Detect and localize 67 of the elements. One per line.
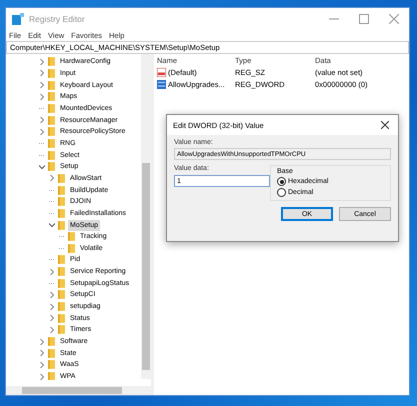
folder-icon: [48, 116, 55, 125]
chevron-right-icon[interactable]: [39, 82, 45, 88]
tree-connector: [39, 154, 45, 156]
folder-icon: [58, 314, 65, 323]
folder-icon: [68, 244, 75, 253]
folder-icon: [58, 197, 65, 206]
scrollbar[interactable]: [141, 54, 151, 379]
tree-connector: [49, 282, 55, 284]
folder-icon: [48, 348, 55, 358]
chevron-right-icon[interactable]: [49, 304, 55, 310]
folder-icon: [68, 232, 75, 242]
chevron-right-icon[interactable]: [49, 292, 55, 298]
folder-icon: [48, 104, 55, 113]
chevron-right-icon[interactable]: [39, 362, 45, 368]
tree-connector: [49, 201, 55, 202]
registry-icon: [12, 13, 24, 25]
tree-connector: [39, 108, 45, 109]
tree-connector: [59, 248, 65, 249]
folder-icon: [58, 290, 65, 300]
tree-connector: [39, 142, 45, 144]
folder-icon: [48, 68, 55, 78]
folder-icon: [48, 162, 55, 172]
string-value-icon: [157, 68, 166, 76]
chevron-right-icon[interactable]: [49, 326, 55, 333]
tree-connector: [49, 259, 55, 260]
folder-icon: [48, 360, 55, 370]
chevron-right-icon[interactable]: [39, 70, 45, 76]
folder-icon: [48, 92, 55, 102]
close-icon[interactable]: [381, 121, 389, 129]
tree-connector: [49, 190, 55, 191]
folder-icon: [48, 337, 55, 346]
chevron-right-icon[interactable]: [39, 338, 45, 345]
folder-icon: [58, 220, 65, 230]
chevron-right-icon[interactable]: [49, 268, 55, 275]
tree-connector: [49, 212, 55, 214]
folder-icon: [58, 174, 65, 183]
folder-icon: [58, 267, 65, 276]
folder-icon: [58, 255, 65, 264]
folder-icon: [58, 325, 65, 334]
chevron-right-icon[interactable]: [49, 175, 55, 182]
folder-icon: [58, 278, 65, 288]
folder-icon: [48, 80, 55, 90]
folder-icon: [48, 372, 55, 380]
folder-icon: [48, 150, 55, 160]
chevron-right-icon[interactable]: [39, 117, 45, 124]
chevron-right-icon[interactable]: [39, 350, 45, 356]
folder-icon: [58, 208, 65, 218]
chevron-down-icon[interactable]: [49, 222, 55, 228]
folder-icon: [48, 138, 55, 148]
close-icon: [389, 14, 399, 24]
window-title: Registry Editor: [29, 14, 85, 24]
chevron-right-icon[interactable]: [49, 315, 55, 322]
folder-icon: [48, 127, 55, 136]
folder-icon: [48, 57, 55, 66]
chevron-right-icon[interactable]: [39, 128, 45, 135]
chevron-right-icon[interactable]: [39, 374, 45, 380]
folder-icon: [58, 302, 65, 312]
chevron-right-icon[interactable]: [39, 58, 45, 65]
chevron-down-icon[interactable]: [39, 164, 45, 170]
maximize-icon: [359, 14, 369, 24]
chevron-right-icon[interactable]: [39, 94, 45, 100]
radio-button[interactable]: [277, 177, 286, 186]
tree-connector: [59, 236, 65, 238]
horizontal-scrollbar[interactable]: [6, 386, 151, 395]
radio-button[interactable]: [277, 188, 286, 197]
folder-icon: [58, 186, 65, 195]
binary-value-icon: [157, 80, 166, 88]
